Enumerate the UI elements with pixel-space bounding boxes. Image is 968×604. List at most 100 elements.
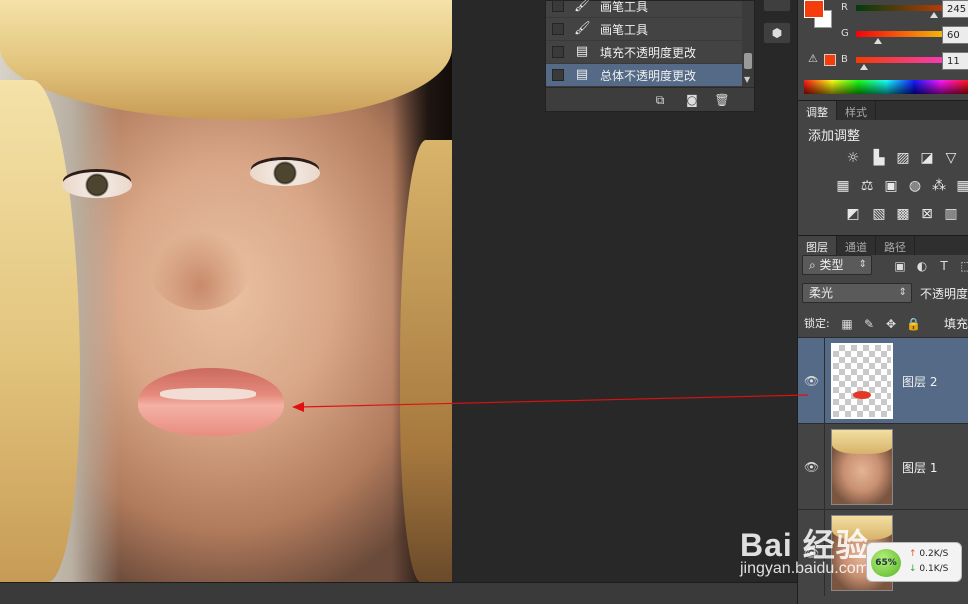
black-white-icon[interactable]: ▣ — [882, 178, 900, 194]
search-icon: ⌕ — [809, 258, 820, 272]
layer-filter-value: 类型 — [819, 258, 844, 272]
red-value-input[interactable]: 245 — [942, 0, 968, 18]
hair-thumbnail — [832, 430, 892, 454]
brightness-contrast-icon[interactable]: ☼ — [844, 150, 862, 166]
history-source-checkbox[interactable] — [552, 0, 564, 12]
green-slider-knob[interactable] — [874, 38, 882, 44]
history-item-label: 画笔工具 — [600, 22, 649, 37]
watermark-url: jingyan.baidu.com — [740, 560, 869, 577]
camera-icon[interactable]: ◙ — [684, 92, 700, 108]
exposure-icon[interactable]: ◪ — [918, 150, 936, 166]
lock-transparency-icon[interactable]: ▦ — [840, 317, 854, 331]
history-toolbar: ⧉ ◙ 🗑 — [546, 87, 754, 111]
adjustments-panel: 添加调整 ☼ ▙ ▨ ◪ ▽ ▦ ⚖ ▣ ◍ ⁂ ▦ ◩ ▧ ▩ ⊠ ▥ — [798, 120, 968, 235]
adjustment-layer-filter-icon[interactable]: ◐ — [914, 259, 930, 273]
layer-row-selected[interactable]: 👁 图层 2 — [798, 337, 968, 424]
blue-slider-knob[interactable] — [860, 64, 868, 70]
foreground-color-swatch[interactable] — [804, 0, 824, 18]
color-spectrum-bar[interactable] — [804, 80, 968, 94]
network-speed-widget[interactable]: 65% ↑ 0.2K/S ↓ 0.1K/S — [866, 542, 962, 582]
history-item[interactable]: 🖌 画笔工具 — [546, 0, 742, 18]
3d-cube-icon[interactable]: ⬢ — [763, 22, 791, 44]
blend-mode-select[interactable]: 柔光 ⇕ — [802, 283, 912, 303]
history-item[interactable]: 🖌 画笔工具 — [546, 18, 742, 41]
dock-button[interactable] — [763, 0, 791, 12]
lock-image-pixels-icon[interactable]: ✎ — [862, 317, 876, 331]
history-source-checkbox[interactable] — [552, 46, 564, 58]
red-label: R — [841, 2, 848, 13]
network-percent-badge: 65% — [871, 549, 901, 577]
gamut-color-swatch[interactable] — [824, 54, 836, 66]
teeth — [160, 388, 256, 400]
invert-icon[interactable]: ◩ — [844, 206, 862, 222]
hair-right — [400, 140, 452, 582]
tab-adjustments[interactable]: 调整 — [798, 101, 837, 121]
layer-filter-select[interactable]: ⌕ 类型 ⇕ — [802, 255, 872, 275]
hue-saturation-icon[interactable]: ▦ — [834, 178, 852, 194]
pixel-layer-filter-icon[interactable]: ▣ — [892, 259, 908, 273]
chevron-updown-icon: ⇕ — [898, 287, 907, 298]
left-eye — [62, 172, 132, 198]
brush-icon: 🖌 — [574, 21, 591, 36]
vibrance-icon[interactable]: ▽ — [942, 150, 960, 166]
red-slider-knob[interactable] — [930, 12, 938, 18]
shape-layer-filter-icon[interactable]: ⬚ — [958, 259, 968, 273]
out-of-gamut-warning-icon[interactable]: ⚠ — [808, 52, 818, 65]
photoshop-window: 🖌 画笔工具 🖌 画笔工具 ▤ 填充不透明度更改 ▤ 总体不透明度更改 ▼ ⧉ … — [0, 0, 968, 604]
history-panel: 🖌 画笔工具 🖌 画笔工具 ▤ 填充不透明度更改 ▤ 总体不透明度更改 ▼ ⧉ … — [545, 0, 755, 112]
history-item-label: 总体不透明度更改 — [600, 68, 697, 83]
panel-dock-icons: ⬢ — [757, 0, 797, 60]
visibility-eye-icon[interactable]: 👁 — [804, 374, 819, 388]
history-item[interactable]: ▤ 填充不透明度更改 — [546, 41, 742, 64]
gradient-map-icon[interactable]: ▥ — [942, 206, 960, 222]
scroll-down-arrow-icon[interactable]: ▼ — [744, 75, 750, 84]
upload-speed-value: 0.2K/S — [919, 549, 949, 559]
new-document-from-state-icon[interactable]: ⧉ — [652, 92, 668, 108]
green-value-input[interactable]: 60 — [942, 26, 968, 44]
posterize-icon[interactable]: ▧ — [870, 206, 888, 222]
document-canvas[interactable] — [0, 0, 452, 582]
scrollbar-thumb[interactable] — [744, 53, 752, 69]
upload-speed: ↑ 0.2K/S — [909, 549, 948, 559]
channel-mixer-icon[interactable]: ⁂ — [930, 178, 948, 194]
download-speed-value: 0.1K/S — [919, 564, 949, 574]
upload-arrow-icon: ↑ — [909, 549, 917, 559]
green-label: G — [841, 28, 849, 39]
history-source-checkbox[interactable] — [552, 23, 564, 35]
tab-layers[interactable]: 图层 — [798, 236, 837, 256]
color-balance-icon[interactable]: ⚖ — [858, 178, 876, 194]
history-item-active[interactable]: ▤ 总体不透明度更改 — [546, 64, 742, 87]
trash-icon[interactable]: 🗑 — [714, 92, 730, 108]
layers-tabbar: 图层 通道 路径 — [798, 235, 968, 256]
divider — [824, 424, 825, 510]
history-source-checkbox[interactable] — [552, 69, 564, 81]
tab-paths[interactable]: 路径 — [876, 236, 915, 256]
color-lookup-icon[interactable]: ▦ — [954, 178, 968, 194]
tab-styles[interactable]: 样式 — [837, 101, 876, 121]
type-layer-filter-icon[interactable]: T — [936, 259, 952, 273]
layer-name[interactable]: 图层 1 — [902, 459, 937, 476]
threshold-icon[interactable]: ▩ — [894, 206, 912, 222]
blend-mode-value: 柔光 — [809, 286, 834, 300]
tab-channels[interactable]: 通道 — [837, 236, 876, 256]
lock-label: 锁定: — [804, 317, 830, 330]
layer-name[interactable]: 图层 2 — [902, 373, 937, 390]
lock-position-icon[interactable]: ✥ — [884, 317, 898, 331]
layer-row[interactable]: 👁 图层 1 — [798, 423, 968, 510]
photo-filter-icon[interactable]: ◍ — [906, 178, 924, 194]
blue-label: B — [841, 54, 848, 65]
curves-icon[interactable]: ▨ — [894, 150, 912, 166]
levels-icon[interactable]: ▙ — [870, 150, 888, 166]
blue-value-input[interactable]: 11 — [942, 52, 968, 70]
lock-all-icon[interactable]: 🔒 — [906, 317, 921, 331]
divider — [824, 338, 825, 424]
chevron-updown-icon: ⇕ — [858, 259, 867, 270]
layer-thumbnail[interactable] — [831, 343, 893, 419]
layer-thumbnail[interactable] — [831, 429, 893, 505]
selective-color-icon[interactable]: ⊠ — [918, 206, 936, 222]
history-scrollbar[interactable]: ▼ — [742, 1, 754, 87]
red-slider-row: R 245 — [838, 0, 968, 22]
history-item-label: 画笔工具 — [600, 0, 649, 14]
visibility-eye-icon[interactable]: 👁 — [804, 460, 819, 474]
canvas-status-bar — [0, 582, 797, 604]
